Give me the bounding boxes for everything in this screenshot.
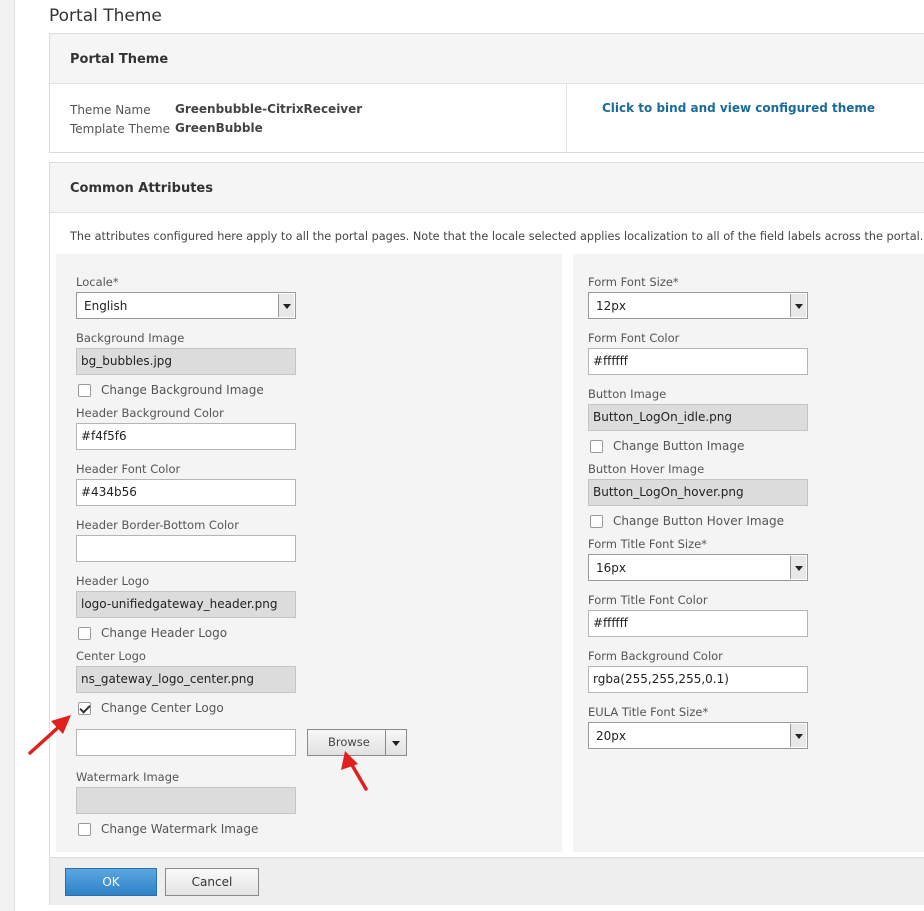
watermark-label: Watermark Image [76, 770, 180, 784]
button-hover-field[interactable]: Button_LogOn_hover.png [588, 479, 808, 506]
form-title-font-color-field[interactable]: #ffffff [588, 610, 808, 637]
change-header-logo-label: Change Header Logo [101, 626, 228, 640]
chevron-down-icon[interactable] [790, 556, 806, 579]
portal-theme-heading: Portal Theme [70, 52, 169, 67]
cancel-button[interactable]: Cancel [165, 868, 259, 896]
change-button-image-checkbox[interactable] [590, 440, 603, 453]
header-logo-field[interactable]: logo-unifiedgateway_header.png [76, 591, 296, 618]
eula-title-font-size-select[interactable]: 20px [588, 722, 808, 749]
form-footer: OK Cancel [50, 857, 924, 905]
header-logo-label: Header Logo [76, 574, 150, 588]
chevron-down-icon[interactable] [278, 294, 294, 317]
header-font-color-field[interactable]: #434b56 [76, 479, 296, 506]
header-border-field[interactable] [76, 535, 296, 562]
bg-image-field[interactable]: bg_bubbles.jpg [76, 348, 296, 375]
form-font-color-label: Form Font Color [588, 331, 680, 345]
button-hover-label: Button Hover Image [588, 462, 705, 476]
center-logo-file-input[interactable] [76, 729, 296, 756]
watermark-field[interactable] [76, 787, 296, 814]
form-font-color-field[interactable]: #ffffff [588, 348, 808, 375]
page-title: Portal Theme [49, 6, 162, 26]
button-image-label: Button Image [588, 387, 667, 401]
center-logo-label: Center Logo [76, 649, 146, 663]
theme-name-value: Greenbubble-CitrixReceiver [175, 102, 363, 116]
attributes-note: The attributes configured here apply to … [70, 230, 924, 243]
right-attributes-column: Form Font Size* 12px Form Font Color #ff… [573, 254, 924, 852]
portal-theme-panel: Portal Theme Theme Name Greenbubble-Citr… [49, 33, 924, 153]
common-attributes-header: Common Attributes [50, 163, 924, 213]
locale-select-value: English [84, 299, 128, 313]
change-watermark-checkbox[interactable] [78, 823, 91, 836]
form-font-size-select[interactable]: 12px [588, 292, 808, 319]
eula-title-font-size-value: 20px [596, 729, 626, 743]
center-logo-field[interactable]: ns_gateway_logo_center.png [76, 666, 296, 693]
browse-button-label: Browse [328, 735, 370, 749]
header-border-label: Header Border-Bottom Color [76, 518, 239, 532]
change-watermark-label: Change Watermark Image [101, 822, 259, 836]
form-bg-color-label: Form Background Color [588, 649, 723, 663]
header-bg-color-field[interactable]: #f4f5f6 [76, 423, 296, 450]
change-bg-image-label: Change Background Image [101, 383, 264, 397]
change-center-logo-label: Change Center Logo [101, 701, 224, 715]
form-bg-color-field[interactable]: rgba(255,255,255,0.1) [588, 666, 808, 693]
change-header-logo-checkbox[interactable] [78, 627, 91, 640]
form-title-font-color-label: Form Title Font Color [588, 593, 708, 607]
template-theme-label: Template Theme [70, 122, 170, 136]
bind-theme-link[interactable]: Click to bind and view configured theme [602, 101, 875, 115]
form-title-font-size-label: Form Title Font Size* [588, 537, 707, 551]
header-bg-color-label: Header Background Color [76, 406, 224, 420]
form-font-size-value: 12px [596, 299, 626, 313]
form-font-size-label: Form Font Size* [588, 275, 679, 289]
chevron-down-icon[interactable] [392, 741, 400, 746]
template-theme-value: GreenBubble [175, 121, 263, 135]
browse-split-divider [385, 730, 386, 755]
change-button-hover-label: Change Button Hover Image [613, 514, 784, 528]
locale-label: Locale* [76, 275, 119, 289]
change-center-logo-checkbox[interactable] [78, 702, 91, 715]
left-gutter [0, 0, 15, 911]
browse-button[interactable]: Browse [307, 729, 407, 756]
ok-button[interactable]: OK [65, 868, 157, 896]
locale-select[interactable]: English [76, 292, 296, 319]
form-title-font-size-value: 16px [596, 561, 626, 575]
bg-image-label: Background Image [76, 331, 185, 345]
common-attributes-heading: Common Attributes [70, 181, 213, 196]
change-button-hover-checkbox[interactable] [590, 515, 603, 528]
button-image-field[interactable]: Button_LogOn_idle.png [588, 404, 808, 431]
portal-theme-panel-header: Portal Theme [50, 34, 924, 84]
change-button-image-label: Change Button Image [613, 439, 745, 453]
theme-name-label: Theme Name [70, 103, 151, 117]
header-font-color-label: Header Font Color [76, 462, 181, 476]
theme-panel-divider [566, 84, 567, 152]
change-bg-image-checkbox[interactable] [78, 384, 91, 397]
common-attributes-panel: Common Attributes The attributes configu… [49, 162, 924, 905]
left-attributes-column: Locale* English Background Image bg_bubb… [56, 254, 562, 852]
chevron-down-icon[interactable] [790, 724, 806, 747]
form-title-font-size-select[interactable]: 16px [588, 554, 808, 581]
eula-title-font-size-label: EULA Title Font Size* [588, 705, 709, 719]
chevron-down-icon[interactable] [790, 294, 806, 317]
